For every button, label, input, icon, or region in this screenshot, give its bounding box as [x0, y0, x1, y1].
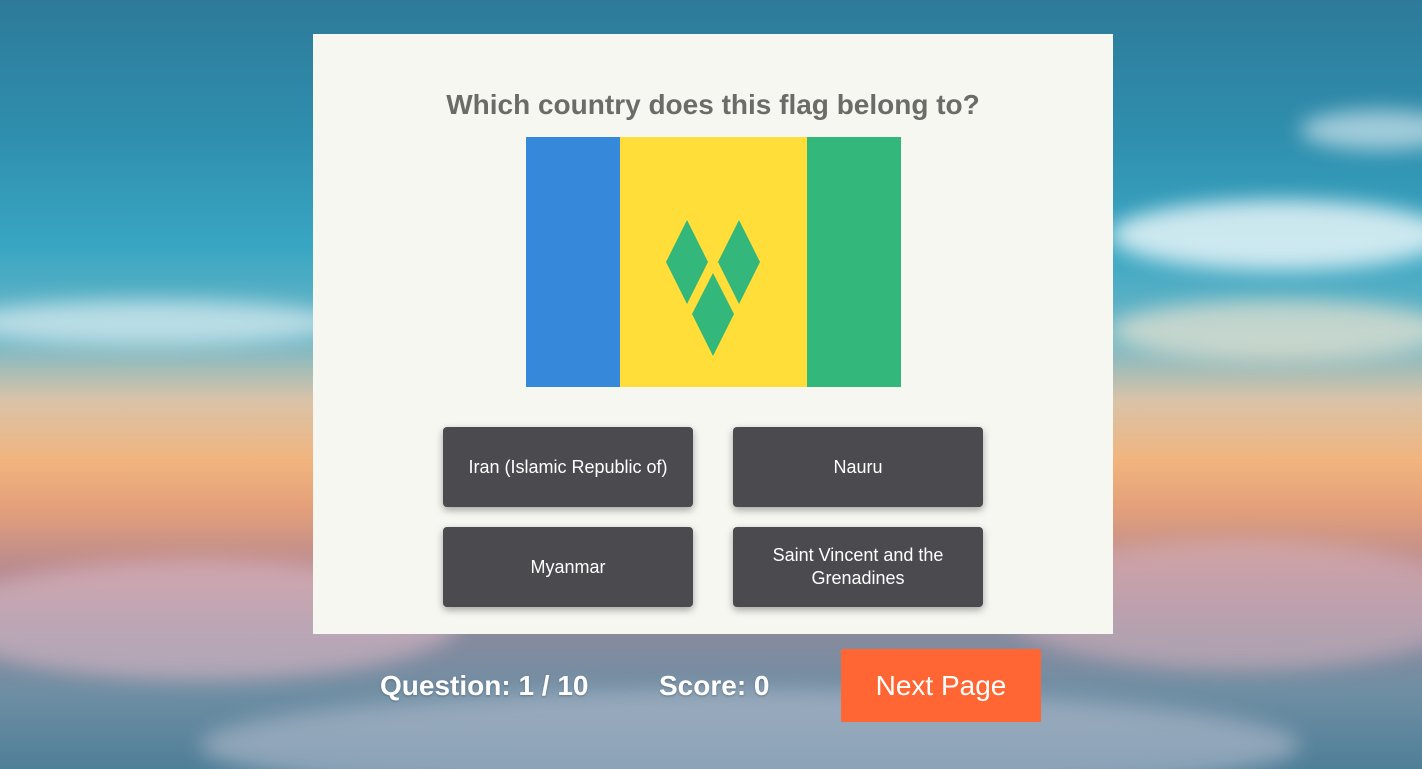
quiz-card: Which country does this flag belong to? … — [313, 34, 1113, 634]
answer-button-1[interactable]: Iran (Islamic Republic of) — [443, 427, 693, 507]
flag-green-stripe — [807, 137, 901, 387]
cloud-band — [1110, 200, 1422, 270]
cloud-band — [1300, 110, 1422, 150]
answer-button-4[interactable]: Saint Vincent and the Grenadines — [733, 527, 983, 607]
flag-blue-stripe — [526, 137, 620, 387]
question-progress: Question: 1 / 10 — [380, 670, 589, 701]
cloud-band — [0, 300, 340, 345]
cloud-band — [1110, 300, 1422, 360]
next-page-button[interactable]: Next Page — [841, 649, 1041, 722]
answer-button-2[interactable]: Nauru — [733, 427, 983, 507]
score-display: Score: 0 — [659, 670, 770, 701]
question-title: Which country does this flag belong to? — [446, 89, 980, 120]
answer-button-3[interactable]: Myanmar — [443, 527, 693, 607]
flag-image — [526, 137, 901, 387]
